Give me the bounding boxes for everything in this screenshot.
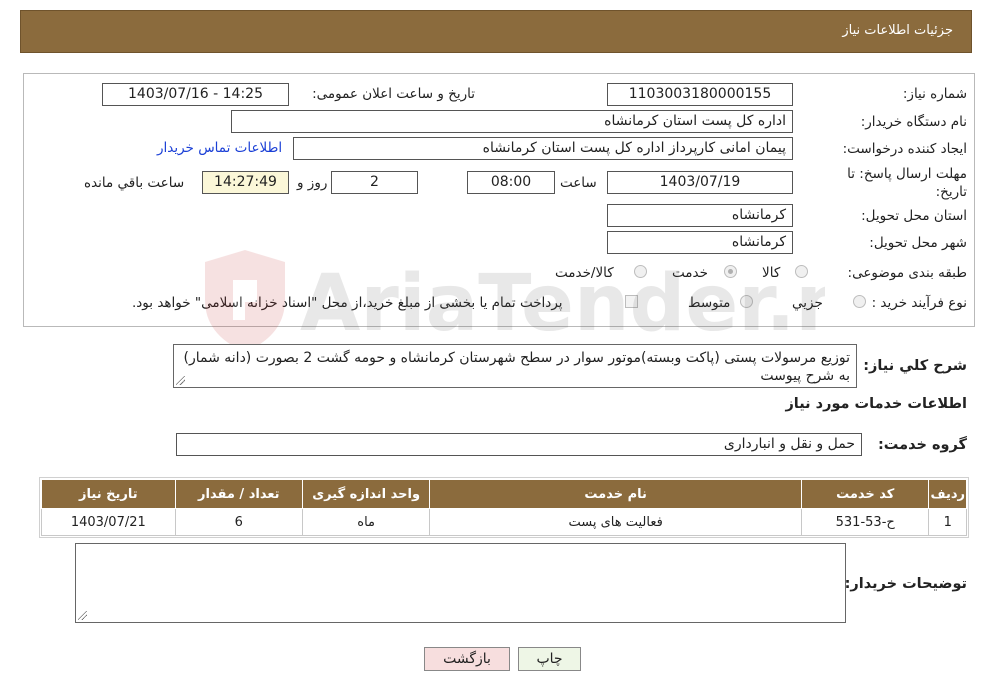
deadline-label: مهلت ارسال پاسخ: تا xyxy=(847,166,967,182)
print-button[interactable]: چاپ xyxy=(518,647,581,671)
services-table-wrapper: ردیف کد خدمت نام خدمت واحد اندازه گیری ت… xyxy=(39,477,969,538)
city-field[interactable]: کرمانشاه xyxy=(607,231,793,254)
description-label: شرح كلي نياز: xyxy=(863,358,967,374)
process-medium-label: متوسط xyxy=(688,295,731,311)
resize-grip-icon[interactable] xyxy=(176,376,185,385)
description-textarea[interactable]: توزیع مرسولات پستی (پاکت وبسته)موتور سوا… xyxy=(173,344,857,388)
deadline-time-field[interactable]: 08:00 xyxy=(467,171,555,194)
need-number-field[interactable]: 1103003180000155 xyxy=(607,83,793,106)
page-title: جزئیات اطلاعات نیاز xyxy=(842,23,953,38)
buyer-contact-link[interactable]: اطلاعات تماس خریدار xyxy=(157,140,282,156)
cell-code: ح-53-531 xyxy=(800,508,930,536)
process-minor-radio[interactable] xyxy=(853,295,866,308)
col-qty-header: تعداد / مقدار xyxy=(174,479,303,509)
deadline-time-label: ساعت xyxy=(560,175,597,191)
buyer-notes-label: توضیحات خریدار: xyxy=(844,576,967,592)
treasury-payment-checkbox[interactable] xyxy=(625,295,638,308)
province-field[interactable]: کرمانشاه xyxy=(607,204,793,227)
description-text: توزیع مرسولات پستی (پاکت وبسته)موتور سوا… xyxy=(183,350,850,384)
resize-grip-icon[interactable] xyxy=(78,611,87,620)
category-goods-radio[interactable] xyxy=(795,265,808,278)
category-goods-label: کالا xyxy=(762,265,781,281)
process-minor-label: جزیي xyxy=(792,295,823,311)
service-group-field[interactable]: حمل و نقل و انبارداری xyxy=(176,433,862,456)
table-row[interactable]: 1 ح-53-531 فعالیت های پست ماه 6 1403/07/… xyxy=(41,508,967,536)
province-label: استان محل تحویل: xyxy=(861,208,967,224)
cell-unit: ماه xyxy=(301,508,431,536)
days-remaining-field[interactable]: 2 xyxy=(331,171,418,194)
category-goods-service-label: کالا/خدمت xyxy=(555,265,614,281)
announce-date-field[interactable]: 1403/07/16 - 14:25 xyxy=(102,83,289,106)
deadline-date-field[interactable]: 1403/07/19 xyxy=(607,171,793,194)
col-code-header: کد خدمت xyxy=(800,479,930,509)
category-label: طبقه بندی موضوعی: xyxy=(847,265,967,281)
category-service-radio[interactable] xyxy=(724,265,737,278)
col-date-header: تاریخ نیاز xyxy=(41,479,176,509)
cell-row: 1 xyxy=(928,508,967,536)
remaining-time-field[interactable]: 14:27:49 xyxy=(202,171,289,194)
city-label: شهر محل تحویل: xyxy=(869,235,967,251)
treasury-payment-note: پرداخت تمام یا بخشی از مبلغ خرید،از محل … xyxy=(132,295,563,311)
creator-field[interactable]: پیمان امانی کارپرداز اداره کل پست استان … xyxy=(293,137,793,160)
cell-name: فعالیت های پست xyxy=(429,508,802,536)
col-row-header: ردیف xyxy=(928,479,967,509)
process-medium-radio[interactable] xyxy=(740,295,753,308)
service-group-label: گروه خدمت: xyxy=(877,437,967,453)
cell-qty: 6 xyxy=(174,508,303,536)
creator-label: ایجاد کننده درخواست: xyxy=(842,141,967,157)
category-goods-service-radio[interactable] xyxy=(634,265,647,278)
buyer-org-field[interactable]: اداره کل پست استان کرمانشاه xyxy=(231,110,793,133)
services-table: ردیف کد خدمت نام خدمت واحد اندازه گیری ت… xyxy=(41,479,967,536)
col-unit-header: واحد اندازه گیری xyxy=(301,479,431,509)
col-name-header: نام خدمت xyxy=(429,479,802,509)
buyer-org-label: نام دستگاه خریدار: xyxy=(860,114,967,130)
announce-date-label: تاریخ و ساعت اعلان عمومی: xyxy=(312,86,475,102)
table-header-row: ردیف کد خدمت نام خدمت واحد اندازه گیری ت… xyxy=(41,479,967,509)
back-button[interactable]: بازگشت xyxy=(424,647,510,671)
remaining-label: ساعت باقي مانده xyxy=(84,175,185,191)
need-number-label: شماره نیاز: xyxy=(902,86,967,102)
buyer-notes-textarea[interactable] xyxy=(75,543,846,623)
cell-date: 1403/07/21 xyxy=(41,508,176,536)
services-section-title: اطلاعات خدمات مورد نياز xyxy=(785,396,967,412)
page-header: جزئیات اطلاعات نیاز xyxy=(20,10,972,53)
category-service-label: خدمت xyxy=(672,265,708,281)
days-label: روز و xyxy=(297,175,328,191)
process-type-label: نوع فرآیند خرید : xyxy=(871,295,967,311)
deadline-label-2: تاریخ: xyxy=(935,184,967,200)
